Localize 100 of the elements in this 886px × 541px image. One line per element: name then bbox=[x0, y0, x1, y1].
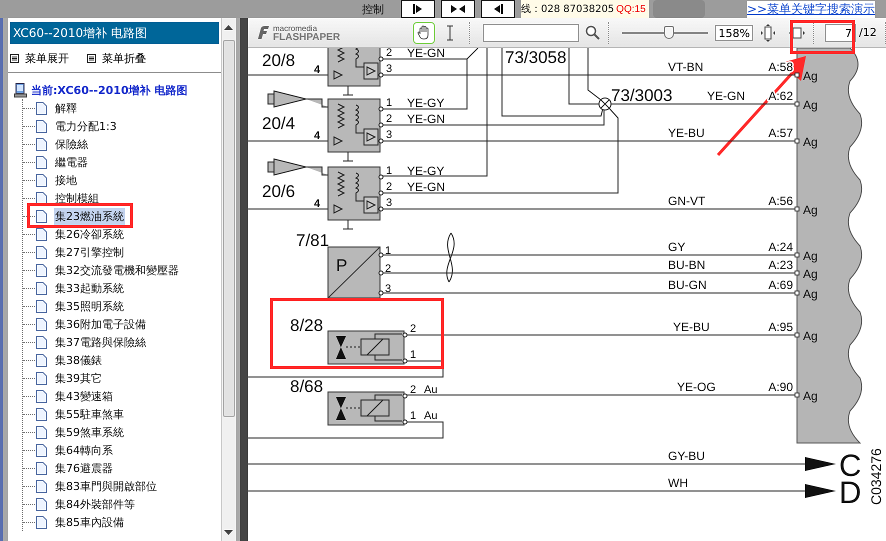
terminal-label: Ag bbox=[803, 389, 818, 403]
menu-action[interactable]: 菜单展开 bbox=[24, 50, 69, 66]
pin-terminal bbox=[378, 122, 384, 128]
pin-number: 1 bbox=[410, 410, 416, 422]
wire-code: YE-GY bbox=[407, 164, 444, 178]
wire-code: BU-BN bbox=[668, 258, 706, 272]
tree-item[interactable]: 集39其它 bbox=[54, 370, 103, 386]
pin-label: A:56 bbox=[768, 194, 793, 208]
tree-item[interactable]: 集26冷卻系統 bbox=[54, 226, 125, 242]
scrollbar-track[interactable] bbox=[221, 18, 236, 541]
tree-item[interactable]: 控制模組 bbox=[54, 190, 100, 206]
tree-item[interactable]: 保險絲 bbox=[54, 136, 89, 152]
fit-page-icon[interactable] bbox=[761, 24, 775, 42]
page-total: /12 bbox=[859, 26, 877, 39]
document-icon bbox=[36, 318, 47, 330]
arrow-right-icon bbox=[412, 3, 424, 15]
logo-brand: macromedia bbox=[273, 24, 318, 32]
wire-code: YE-GN bbox=[407, 48, 446, 60]
tree-item[interactable]: 集64轉向系 bbox=[54, 442, 114, 458]
pin-terminal bbox=[794, 252, 800, 258]
tree-item[interactable]: 集84外裝部件等 bbox=[54, 496, 136, 512]
relay-ref: 20/4 bbox=[262, 114, 296, 133]
document-icon bbox=[36, 444, 47, 456]
pin-terminal bbox=[794, 206, 800, 212]
scrollbar-thumb[interactable] bbox=[223, 40, 235, 417]
pin-terminal bbox=[402, 358, 408, 364]
scroll-down-icon[interactable] bbox=[224, 529, 234, 535]
terminal-label: Ag bbox=[803, 203, 818, 217]
junction-ref: 73/3058 bbox=[505, 48, 566, 67]
tree-item[interactable]: 集37電路與保險絲 bbox=[54, 334, 147, 350]
scroll-up-icon[interactable] bbox=[224, 25, 234, 31]
tree-root[interactable]: 当前:XC60--2010增补 电路图 bbox=[30, 82, 188, 98]
nav-button[interactable] bbox=[441, 0, 475, 18]
document-icon bbox=[36, 372, 47, 384]
twisted-pair-symbol bbox=[446, 232, 455, 282]
tree-item[interactable]: 繼電器 bbox=[54, 154, 89, 170]
search-demo-link[interactable]: >>菜单关键字搜索演示 bbox=[747, 0, 876, 18]
annotation-box bbox=[790, 20, 855, 54]
tree-item[interactable]: 集27引擎控制 bbox=[54, 244, 125, 260]
document-icon bbox=[36, 408, 47, 420]
pin-number: 2 bbox=[385, 263, 392, 275]
pin-terminal bbox=[402, 420, 408, 424]
tree-item[interactable]: 集83車門與開啟部位 bbox=[54, 478, 158, 494]
zoom-field[interactable]: 158% bbox=[715, 24, 753, 40]
qq-link[interactable]: QQ:15 bbox=[616, 4, 646, 14]
document-icon bbox=[36, 138, 47, 150]
tree-item[interactable]: 集43變速箱 bbox=[54, 388, 114, 404]
tree-item[interactable]: 集38儀錶 bbox=[54, 352, 103, 368]
pin-number: 1 bbox=[410, 349, 416, 361]
tree-item[interactable]: 集55駐車煞車 bbox=[54, 406, 125, 422]
page-number-field[interactable]: 7 bbox=[825, 24, 856, 42]
search-icon[interactable] bbox=[585, 25, 600, 40]
pin-number: 1 bbox=[385, 245, 392, 257]
valve-ref: 8/68 bbox=[290, 377, 324, 396]
junction-ref: 73/3003 bbox=[611, 86, 672, 105]
pin-number: 1 bbox=[386, 97, 392, 109]
tree-item[interactable]: 集35照明系統 bbox=[54, 298, 125, 314]
pin-number: 2 bbox=[386, 48, 392, 59]
tree-item[interactable]: 解釋 bbox=[54, 100, 78, 116]
tree-item[interactable]: 接地 bbox=[54, 172, 78, 188]
arrows-inward-icon bbox=[450, 3, 466, 15]
relay-ref: 20/8 bbox=[262, 51, 296, 70]
tree-item[interactable]: 集32交流發電機和變壓器 bbox=[54, 262, 180, 278]
pin-number: 3 bbox=[386, 129, 392, 141]
pin-terminal bbox=[794, 270, 800, 276]
relay-symbol bbox=[328, 166, 380, 230]
tree-item[interactable]: 集23燃油系統 bbox=[54, 208, 125, 224]
pin-terminal bbox=[794, 102, 800, 106]
document-icon bbox=[36, 498, 47, 510]
terminal-label: Ag bbox=[803, 69, 818, 83]
arrow-left-icon bbox=[492, 3, 504, 15]
pin-terminal bbox=[794, 290, 800, 296]
pin-terminal bbox=[378, 270, 384, 276]
pin-note: Au bbox=[424, 384, 438, 396]
document-icon bbox=[36, 192, 47, 204]
tree-item[interactable]: 集59煞車系統 bbox=[54, 424, 125, 440]
document-icon bbox=[36, 246, 47, 258]
pin-terminal bbox=[794, 332, 800, 338]
banner-label: 控制 bbox=[362, 2, 384, 16]
search-field[interactable] bbox=[483, 24, 579, 42]
terminal-label: Ag bbox=[803, 135, 818, 149]
wire-code: GY bbox=[668, 240, 686, 254]
tree-item[interactable]: 集33起動系統 bbox=[54, 280, 125, 296]
tree-item[interactable]: 集36附加電子設備 bbox=[54, 316, 147, 332]
tree-item[interactable]: 集76避震器 bbox=[54, 460, 114, 476]
ground-pin-number: 4 bbox=[314, 64, 320, 76]
hand-tool-button[interactable] bbox=[413, 22, 435, 44]
document-icon bbox=[36, 390, 47, 402]
tree-item[interactable]: 電力分配1:3 bbox=[54, 118, 118, 134]
tree-item[interactable]: 集85車內設備 bbox=[54, 514, 125, 530]
valve-ref: 8/28 bbox=[290, 316, 324, 335]
menu-action[interactable]: 菜单折叠 bbox=[102, 50, 146, 66]
computer-icon bbox=[14, 82, 28, 98]
nav-button[interactable] bbox=[481, 0, 515, 18]
document-icon bbox=[36, 264, 47, 276]
nav-button[interactable] bbox=[401, 0, 435, 18]
document-icon bbox=[36, 462, 47, 474]
pin-label: A:69 bbox=[768, 278, 793, 292]
pin-label: A:95 bbox=[768, 320, 793, 334]
slider-thumb[interactable] bbox=[664, 26, 674, 38]
